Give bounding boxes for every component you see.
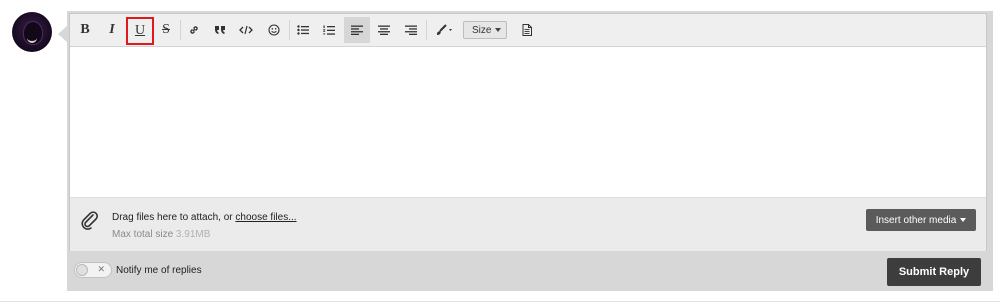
insert-media-button[interactable]: Insert other media <box>866 209 976 231</box>
bold-button[interactable]: B <box>73 17 97 43</box>
align-left-button[interactable] <box>344 17 370 43</box>
notify-toggle[interactable]: ✕ <box>74 262 112 278</box>
choose-files-link[interactable]: choose files... <box>235 212 296 223</box>
attach-prompt: Drag files here to attach, or <box>112 212 233 223</box>
font-size-select[interactable]: Size <box>463 21 507 39</box>
notify-label: Notify me of replies <box>116 265 202 276</box>
link-button[interactable] <box>182 17 206 43</box>
numbered-list-icon <box>323 25 335 35</box>
close-icon: ✕ <box>97 264 105 274</box>
align-right-button[interactable] <box>399 17 423 43</box>
emoji-button[interactable] <box>262 17 286 43</box>
align-center-button[interactable] <box>372 17 396 43</box>
code-icon <box>239 25 253 35</box>
code-button[interactable] <box>234 17 258 43</box>
bullet-list-button[interactable] <box>291 17 315 43</box>
user-avatar <box>12 12 52 52</box>
insert-media-label: Insert other media <box>875 214 957 226</box>
bullet-list-icon <box>297 25 309 35</box>
underline-icon: U <box>134 23 146 38</box>
message-body-input[interactable] <box>70 47 986 197</box>
smiley-icon <box>268 24 280 36</box>
toolbar-divider <box>289 20 290 40</box>
toolbar-divider <box>180 20 181 40</box>
strikethrough-button[interactable]: S <box>154 17 178 43</box>
text-color-button[interactable] <box>429 17 459 43</box>
toggle-knob <box>76 264 88 276</box>
max-size-value: 3.91MB <box>175 229 211 240</box>
bold-icon: B <box>80 22 90 37</box>
divider <box>0 301 1000 302</box>
attachment-dropzone[interactable]: Drag files here to attach, or choose fil… <box>70 197 986 251</box>
editor-toolbar: B I U S Size <box>70 14 986 47</box>
max-size-label: Max total size <box>112 229 174 240</box>
toolbar-divider <box>426 20 427 40</box>
chevron-down-icon <box>960 218 967 222</box>
numbered-list-button[interactable] <box>317 17 341 43</box>
quote-icon <box>215 26 225 34</box>
paperclip-icon <box>81 211 98 230</box>
italic-icon: I <box>109 22 115 37</box>
italic-button[interactable]: I <box>100 17 124 43</box>
font-size-label: Size <box>472 24 492 36</box>
align-left-icon <box>351 25 363 35</box>
chevron-down-icon <box>495 28 501 32</box>
align-center-icon <box>378 25 390 35</box>
link-icon <box>190 26 198 34</box>
rich-text-editor: B I U S Size Drag files here to attach, … <box>69 13 987 251</box>
paintbrush-icon <box>436 24 452 35</box>
attach-instructions: Drag files here to attach, or choose fil… <box>112 212 297 223</box>
quote-button[interactable] <box>208 17 232 43</box>
document-icon <box>522 24 532 36</box>
underline-button[interactable]: U <box>126 17 154 45</box>
submit-reply-button[interactable]: Submit Reply <box>887 258 981 286</box>
max-size-info: Max total size 3.91MB <box>112 229 210 240</box>
bbcode-toggle-button[interactable] <box>515 17 539 43</box>
align-right-icon <box>405 25 417 35</box>
strikethrough-icon: S <box>162 22 170 37</box>
speech-arrow <box>58 26 67 42</box>
